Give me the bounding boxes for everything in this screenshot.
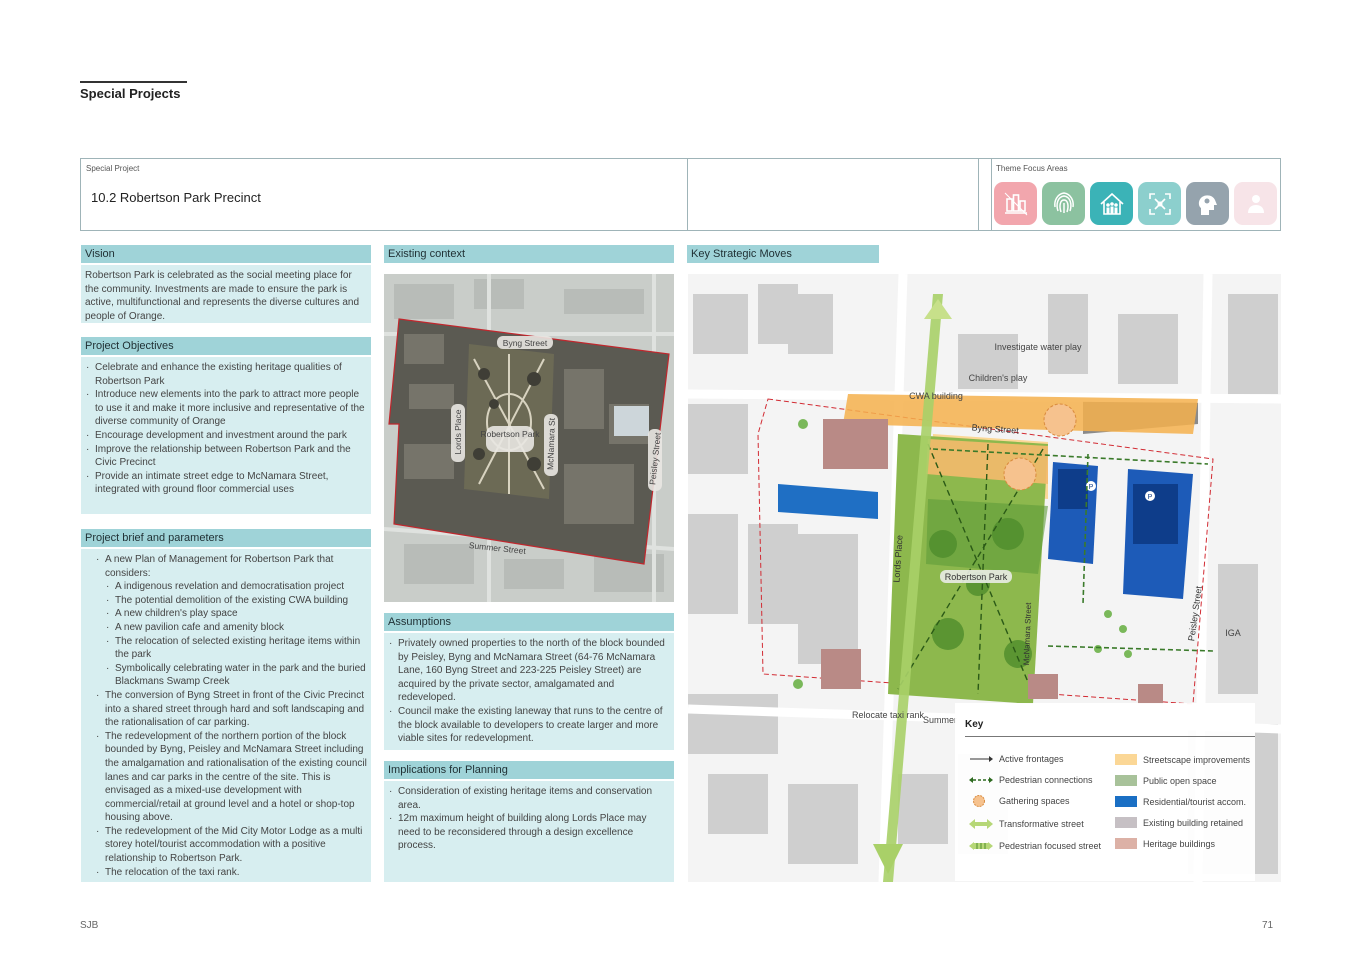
key-item: Residential/tourist accom. xyxy=(1115,796,1246,807)
list-item: Consideration of existing heritage items… xyxy=(388,785,670,812)
key-label: Residential/tourist accom. xyxy=(1143,796,1247,807)
map-key: Key Active frontages Pedestrian connecti… xyxy=(955,703,1255,881)
key-label: Public open space xyxy=(1143,775,1217,786)
key-label: Streetscape improvements xyxy=(1143,754,1251,765)
list-item: The relocation of the taxi rank. xyxy=(95,866,367,880)
mcnamara-street-label: McNamara St xyxy=(545,417,557,470)
key-item: Existing building retained xyxy=(1115,817,1243,828)
gathering-space-icon xyxy=(973,795,985,807)
heritage-swatch xyxy=(1115,838,1137,849)
key-item: Public open space xyxy=(1115,775,1217,786)
sub-list-item: A indigenous revelation and democratisat… xyxy=(105,580,367,594)
objectives-panel: Celebrate and enhance the existing herit… xyxy=(81,357,371,514)
assumptions-panel: Privately owned properties to the north … xyxy=(384,633,674,750)
list-item: The redevelopment of the northern portio… xyxy=(95,730,367,825)
theme-focus-label: Theme Focus Areas xyxy=(996,164,1068,173)
mind-icon xyxy=(1186,182,1229,225)
footer-brand: SJB xyxy=(80,920,99,931)
vision-heading: Vision xyxy=(81,245,371,263)
sub-list-item: A new pavilion cafe and amenity block xyxy=(105,621,367,635)
key-label: Transformative street xyxy=(999,819,1084,829)
key-label: Gathering spaces xyxy=(999,796,1070,806)
key-item: Active frontages xyxy=(969,754,1064,764)
sub-list-item: Symbolically celebrating water in the pa… xyxy=(105,662,367,689)
people-icon xyxy=(1234,182,1277,225)
key-item: Pedestrian connections xyxy=(969,775,1093,785)
investigate-water-label: Investigate water play xyxy=(994,342,1082,352)
pedestrian-street-icon xyxy=(969,842,993,850)
key-item: Transformative street xyxy=(969,818,1084,830)
robertson-park-label: Robertson Park xyxy=(945,572,1008,582)
strategic-moves-heading: Key Strategic Moves xyxy=(687,245,879,263)
community-icon xyxy=(1090,182,1133,225)
key-label: Existing building retained xyxy=(1143,817,1244,828)
sub-list-item: The potential demolition of the existing… xyxy=(105,594,367,608)
brief-item-text: A new Plan of Management for Robertson P… xyxy=(105,554,334,579)
assumptions-heading: Assumptions xyxy=(384,613,674,631)
key-label: Heritage buildings xyxy=(1143,838,1216,849)
list-item: Provide an intimate street edge to McNam… xyxy=(85,470,367,497)
brief-panel: A new Plan of Management for Robertson P… xyxy=(81,549,371,882)
key-rule xyxy=(965,736,1255,737)
lords-place-label: Lords Place xyxy=(453,409,463,454)
vision-text: Robertson Park is celebrated as the soci… xyxy=(85,270,360,322)
existing-building-swatch xyxy=(1115,817,1137,828)
active-frontage-icon xyxy=(970,756,993,762)
project-title: 10.2 Robertson Park Precinct xyxy=(91,190,261,205)
implications-panel: Consideration of existing heritage items… xyxy=(384,781,674,882)
city-icon xyxy=(994,182,1037,225)
theme-icons xyxy=(994,182,1277,225)
list-item: 12m maximum height of building along Lor… xyxy=(388,812,670,853)
list-item: Encourage development and investment aro… xyxy=(85,429,367,443)
header-rule xyxy=(80,81,187,83)
list-item: Privately owned properties to the north … xyxy=(388,637,670,705)
divider xyxy=(687,159,688,230)
key-label: Pedestrian connections xyxy=(999,775,1093,785)
project-label: Special Project xyxy=(86,164,140,173)
summer-street-label: Summer xyxy=(923,715,957,725)
project-header-box: Special Project 10.2 Robertson Park Prec… xyxy=(80,158,1281,231)
byng-street-label: Byng Street xyxy=(503,338,548,348)
objectives-heading: Project Objectives xyxy=(81,337,371,355)
fingerprint-icon xyxy=(1042,182,1085,225)
sub-list-item: A new children's play space xyxy=(105,607,367,621)
key-item: Pedestrian focused street xyxy=(969,840,1101,852)
childrens-play-label: Children's play xyxy=(969,373,1028,383)
divider xyxy=(991,159,992,230)
streetscape-swatch xyxy=(1115,754,1137,765)
vision-panel: Robertson Park is celebrated as the soci… xyxy=(81,265,371,323)
list-item: Introduce new elements into the park to … xyxy=(85,388,367,429)
list-item: Improve the relationship between Roberts… xyxy=(85,443,367,470)
implications-heading: Implications for Planning xyxy=(384,761,674,779)
relocate-taxi-label: Relocate taxi rank xyxy=(852,710,925,720)
parking-p-label: P xyxy=(1089,484,1094,491)
section-title: Special Projects xyxy=(80,86,181,101)
transformative-street-icon xyxy=(969,819,993,829)
residential-swatch xyxy=(1115,796,1137,807)
cwa-building-label: CWA building xyxy=(909,391,963,401)
aerial-photo: Byng Street Lords Place Robertson Park M… xyxy=(383,274,675,602)
key-item: Gathering spaces xyxy=(969,795,1070,807)
brief-heading: Project brief and parameters xyxy=(81,529,371,547)
parking-p-label: P xyxy=(1148,494,1153,501)
context-heading: Existing context xyxy=(384,245,674,263)
sub-list-item: The relocation of selected existing heri… xyxy=(105,635,367,662)
iga-label: IGA xyxy=(1225,628,1241,638)
network-icon xyxy=(1138,182,1181,225)
page-number: 71 xyxy=(1262,920,1274,931)
list-item: A new Plan of Management for Robertson P… xyxy=(95,553,367,689)
key-item: Heritage buildings xyxy=(1115,838,1215,849)
key-title: Key xyxy=(965,719,984,730)
list-item: The conversion of Byng Street in front o… xyxy=(95,689,367,730)
key-item: Streetscape improvements xyxy=(1115,754,1250,765)
key-label: Active frontages xyxy=(999,754,1064,764)
divider xyxy=(978,159,979,230)
pedestrian-connection-icon xyxy=(969,777,993,783)
list-item: Celebrate and enhance the existing herit… xyxy=(85,361,367,388)
robertson-park-label: Robertson Park xyxy=(480,429,540,439)
list-item: The redevelopment of the Mid City Motor … xyxy=(95,825,367,866)
list-item: Council make the existing laneway that r… xyxy=(388,705,670,746)
open-space-swatch xyxy=(1115,775,1137,786)
key-label: Pedestrian focused street xyxy=(999,841,1102,851)
